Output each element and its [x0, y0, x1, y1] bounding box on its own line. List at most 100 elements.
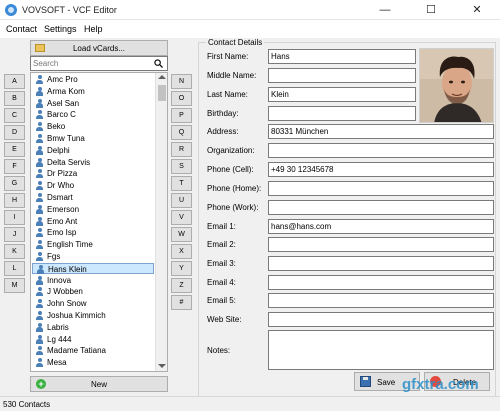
- contact-list-item[interactable]: Labris: [32, 322, 154, 334]
- letter-button-u[interactable]: U: [171, 193, 192, 208]
- person-icon: [35, 122, 44, 132]
- contact-list-item[interactable]: Lg 444: [32, 334, 154, 346]
- notes-textarea[interactable]: [268, 330, 494, 370]
- notes-label: Notes:: [207, 346, 231, 355]
- contact-name: Amc Pro: [47, 75, 78, 84]
- contact-list-item[interactable]: John Snow: [32, 298, 154, 310]
- letter-button-m[interactable]: M: [4, 278, 25, 293]
- letter-button-b[interactable]: B: [4, 91, 25, 106]
- menu-settings[interactable]: Settings: [44, 24, 77, 34]
- contact-list-item[interactable]: Amc Pro: [32, 74, 154, 86]
- letter-button-f[interactable]: F: [4, 159, 25, 174]
- scroll-up-arrow-icon[interactable]: [158, 75, 166, 79]
- person-icon: [35, 240, 44, 250]
- contact-list[interactable]: Amc Pro Arma Kom Asel San Barco C Beko Bmw Tu…: [30, 72, 168, 372]
- letter-button-x[interactable]: X: [171, 244, 192, 259]
- contact-list-item[interactable]: Dr Who: [32, 180, 154, 192]
- contact-list-item[interactable]: Emo Isp: [32, 227, 154, 239]
- field-input[interactable]: +49 30 12345678: [268, 162, 494, 177]
- field-input[interactable]: Klein: [268, 87, 416, 102]
- person-icon: [35, 275, 44, 285]
- contact-list-item[interactable]: Dsmart: [32, 192, 154, 204]
- field-input[interactable]: [268, 237, 494, 252]
- field-input[interactable]: [268, 200, 494, 215]
- letter-button-c[interactable]: C: [4, 108, 25, 123]
- contact-name: Labris: [47, 322, 69, 332]
- contact-list-item[interactable]: Bmw Tuna: [32, 133, 154, 145]
- contact-list-item[interactable]: Dr Pizza: [32, 168, 154, 180]
- contact-list-item[interactable]: Delta Servis: [32, 157, 154, 169]
- field-input[interactable]: [268, 256, 494, 271]
- field-input[interactable]: [268, 312, 494, 327]
- new-contact-button[interactable]: + New: [30, 376, 168, 392]
- letter-button-h[interactable]: H: [4, 193, 25, 208]
- contact-name: Barco C: [47, 110, 76, 120]
- scroll-thumb[interactable]: [158, 85, 166, 101]
- field-input[interactable]: hans@hans.com: [268, 219, 494, 234]
- contact-name: Emerson: [47, 204, 80, 214]
- contact-list-item[interactable]: Barco C: [32, 109, 154, 121]
- letter-button-o[interactable]: O: [171, 91, 192, 106]
- letter-button-q[interactable]: Q: [171, 125, 192, 140]
- letter-button-y[interactable]: Y: [171, 261, 192, 276]
- contact-list-item[interactable]: Innova: [32, 275, 154, 287]
- person-icon: [35, 252, 44, 261]
- field-input[interactable]: [268, 106, 416, 121]
- field-input[interactable]: [268, 68, 416, 83]
- search-box[interactable]: [30, 56, 168, 71]
- letter-button-i[interactable]: I: [4, 210, 25, 225]
- contact-list-item[interactable]: J Wobben: [32, 286, 154, 298]
- letter-button-z[interactable]: Z: [171, 278, 192, 293]
- contact-list-item[interactable]: Beko: [32, 121, 154, 133]
- letter-button-l[interactable]: L: [4, 261, 25, 276]
- field-input[interactable]: [268, 181, 494, 196]
- contact-list-item[interactable]: Arma Kom: [32, 86, 154, 98]
- letter-button-hash[interactable]: #: [171, 295, 192, 310]
- field-input[interactable]: [268, 293, 494, 308]
- contact-list-item[interactable]: Hans Klein: [32, 262, 154, 275]
- scroll-down-arrow-icon[interactable]: [158, 364, 166, 368]
- minimize-button[interactable]: —: [362, 0, 408, 20]
- menu-contact[interactable]: Contact: [6, 24, 37, 34]
- contact-list-item[interactable]: Madame Tatiana: [32, 345, 154, 357]
- person-icon: [35, 311, 44, 320]
- contact-list-item[interactable]: Delphi: [32, 145, 154, 157]
- search-input[interactable]: [33, 58, 149, 69]
- letter-button-k[interactable]: K: [4, 244, 25, 259]
- contact-name: John Snow: [47, 299, 87, 309]
- letter-button-t[interactable]: T: [171, 176, 192, 191]
- load-vcards-button[interactable]: Load vCards...: [30, 40, 168, 56]
- contact-list-item[interactable]: Emerson: [32, 204, 154, 216]
- contact-list-item[interactable]: Asel San: [32, 98, 154, 110]
- close-button[interactable]: ✕: [454, 0, 500, 20]
- app-icon: [5, 4, 17, 16]
- contact-name: Arma Kom: [47, 86, 85, 96]
- letter-button-v[interactable]: V: [171, 210, 192, 225]
- letter-button-n[interactable]: N: [171, 74, 192, 89]
- letter-button-a[interactable]: A: [4, 74, 25, 89]
- field-input[interactable]: [268, 275, 494, 290]
- field-input[interactable]: Hans: [268, 49, 416, 64]
- contact-list-item[interactable]: Fgs: [32, 251, 154, 263]
- letter-button-p[interactable]: P: [171, 108, 192, 123]
- letter-button-s[interactable]: S: [171, 159, 192, 174]
- letter-button-g[interactable]: G: [4, 176, 25, 191]
- search-icon[interactable]: [154, 59, 163, 68]
- menu-help[interactable]: Help: [84, 24, 103, 34]
- contact-photo[interactable]: [419, 48, 494, 123]
- contact-list-item[interactable]: Joshua Kimmich: [32, 310, 154, 322]
- field-input[interactable]: 80331 München: [268, 124, 494, 139]
- list-scrollbar[interactable]: [155, 73, 167, 371]
- contact-name: Asel San: [47, 98, 80, 108]
- letter-button-j[interactable]: J: [4, 227, 25, 242]
- contact-list-item[interactable]: Emo Ant: [32, 216, 154, 228]
- maximize-button[interactable]: ☐: [408, 0, 454, 20]
- contact-count: 530 Contacts: [3, 400, 51, 409]
- contact-list-item[interactable]: English Time: [32, 239, 154, 251]
- contact-list-item[interactable]: Mesa: [32, 357, 154, 369]
- letter-button-d[interactable]: D: [4, 125, 25, 140]
- letter-button-w[interactable]: W: [171, 227, 192, 242]
- letter-button-e[interactable]: E: [4, 142, 25, 157]
- field-input[interactable]: [268, 143, 494, 158]
- letter-button-r[interactable]: R: [171, 142, 192, 157]
